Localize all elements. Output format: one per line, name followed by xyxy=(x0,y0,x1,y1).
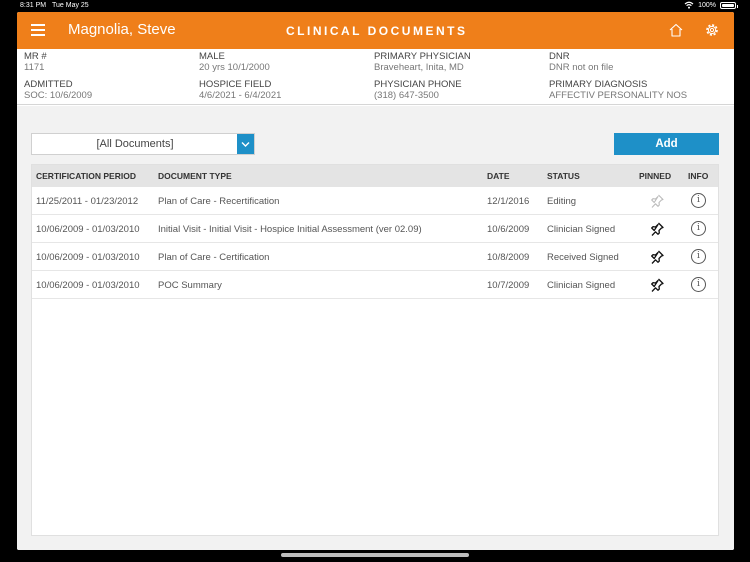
cell-period: 10/06/2009 - 01/03/2010 xyxy=(36,280,140,291)
table-row[interactable]: 10/06/2009 - 01/03/2010 Plan of Care - C… xyxy=(32,243,718,271)
cell-date: 10/6/2009 xyxy=(487,224,530,235)
dropdown-toggle[interactable] xyxy=(237,134,254,154)
physician-value: Braveheart, Inita, MD xyxy=(374,62,464,73)
cell-status: Clinician Signed xyxy=(547,280,616,291)
header-document-type[interactable]: DOCUMENT TYPE xyxy=(158,171,232,181)
diagnosis-label: PRIMARY DIAGNOSIS xyxy=(549,79,648,90)
dnr-label: DNR xyxy=(549,51,570,62)
dnr-value: DNR not on file xyxy=(549,62,614,73)
home-icon[interactable] xyxy=(668,22,684,38)
cell-status: Received Signed xyxy=(547,252,619,263)
cell-period: 11/25/2011 - 01/23/2012 xyxy=(36,196,139,207)
chevron-down-icon xyxy=(241,142,250,147)
header-status[interactable]: STATUS xyxy=(547,171,580,181)
app-window: Magnolia, Steve CLINICAL DOCUMENTS MR # … xyxy=(17,12,734,550)
table-row[interactable]: 11/25/2011 - 01/23/2012 Plan of Care - R… xyxy=(32,187,718,215)
admitted-value: SOC: 10/6/2009 xyxy=(24,90,93,101)
header-pinned[interactable]: PINNED xyxy=(639,171,671,181)
add-button[interactable]: Add xyxy=(614,133,719,155)
mr-value: 1171 xyxy=(24,62,45,73)
filter-value: [All Documents] xyxy=(96,138,174,150)
table-header: CERTIFICATION PERIOD DOCUMENT TYPE DATE … xyxy=(32,165,718,187)
mr-field: MR # 1171 xyxy=(24,51,47,73)
status-date: Tue May 25 xyxy=(52,2,89,9)
battery-icon xyxy=(720,1,738,9)
header-certification-period[interactable]: CERTIFICATION PERIOD xyxy=(36,171,136,181)
header-date[interactable]: DATE xyxy=(487,171,510,181)
admitted-label: ADMITTED xyxy=(24,79,73,90)
status-bar: 8:31 PM Tue May 25 100% xyxy=(0,0,750,12)
hospice-label: HOSPICE FIELD xyxy=(199,79,272,90)
gear-icon[interactable] xyxy=(704,22,720,38)
cell-document-type: POC Summary xyxy=(158,280,222,291)
pin-icon[interactable] xyxy=(649,221,665,237)
info-icon[interactable]: i xyxy=(691,249,706,264)
top-bar: Magnolia, Steve CLINICAL DOCUMENTS xyxy=(17,12,734,49)
info-icon[interactable]: i xyxy=(691,277,706,292)
age-dob-value: 20 yrs 10/1/2000 xyxy=(199,62,270,73)
phone-label: PHYSICIAN PHONE xyxy=(374,79,462,90)
cell-period: 10/06/2009 - 01/03/2010 xyxy=(36,252,140,263)
cell-date: 10/8/2009 xyxy=(487,252,530,263)
pin-icon[interactable] xyxy=(649,249,665,265)
cell-status: Editing xyxy=(547,196,577,207)
pin-icon[interactable] xyxy=(649,277,665,293)
cell-document-type: Initial Visit - Initial Visit - Hospice … xyxy=(158,224,422,235)
physician-field: PRIMARY PHYSICIAN Braveheart, Inita, MD xyxy=(374,51,471,73)
admitted-field: ADMITTED SOC: 10/6/2009 xyxy=(24,79,92,101)
battery-percent: 100% xyxy=(698,1,716,9)
cell-period: 10/06/2009 - 01/03/2010 xyxy=(36,224,140,235)
header-info[interactable]: INFO xyxy=(688,171,708,181)
document-filter-select[interactable]: [All Documents] xyxy=(31,133,255,155)
cell-status: Clinician Signed xyxy=(547,224,616,235)
documents-table: CERTIFICATION PERIOD DOCUMENT TYPE DATE … xyxy=(31,164,719,536)
pin-icon[interactable] xyxy=(649,193,665,209)
status-time: 8:31 PM xyxy=(20,2,47,9)
cell-date: 12/1/2016 xyxy=(487,196,530,207)
page-title: CLINICAL DOCUMENTS xyxy=(286,24,468,38)
gender-field: MALE 20 yrs 10/1/2000 xyxy=(199,51,270,73)
menu-icon[interactable] xyxy=(31,24,45,36)
mr-label: MR # xyxy=(24,51,47,62)
cell-document-type: Plan of Care - Certification xyxy=(158,252,270,263)
patient-info: MR # 1171 ADMITTED SOC: 10/6/2009 MALE 2… xyxy=(17,49,734,105)
table-row[interactable]: 10/06/2009 - 01/03/2010 POC Summary 10/7… xyxy=(32,271,718,299)
info-icon[interactable]: i xyxy=(691,193,706,208)
physician-label: PRIMARY PHYSICIAN xyxy=(374,51,471,62)
diagnosis-value: AFFECTIV PERSONALITY NOS xyxy=(549,90,688,101)
info-icon[interactable]: i xyxy=(691,221,706,236)
phone-field: PHYSICIAN PHONE (318) 647-3500 xyxy=(374,79,462,101)
cell-document-type: Plan of Care - Recertification xyxy=(158,196,280,207)
table-row[interactable]: 10/06/2009 - 01/03/2010 Initial Visit - … xyxy=(32,215,718,243)
patient-name: Magnolia, Steve xyxy=(68,21,176,38)
home-indicator[interactable] xyxy=(281,553,469,557)
phone-value: (318) 647-3500 xyxy=(374,90,439,101)
hospice-value: 4/6/2021 - 6/4/2021 xyxy=(199,90,282,101)
diagnosis-field: PRIMARY DIAGNOSIS AFFECTIV PERSONALITY N… xyxy=(549,79,687,101)
cell-date: 10/7/2009 xyxy=(487,280,530,291)
gender-label: MALE xyxy=(199,51,225,62)
hospice-field: HOSPICE FIELD 4/6/2021 - 6/4/2021 xyxy=(199,79,281,101)
dnr-field: DNR DNR not on file xyxy=(549,51,613,73)
wifi-icon xyxy=(684,1,694,9)
